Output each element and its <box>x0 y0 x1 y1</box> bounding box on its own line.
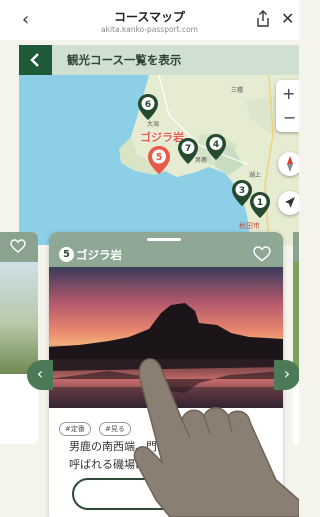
spot-card-header: 5 ゴジラ岩 <box>49 232 283 267</box>
next-spot-card[interactable] <box>293 232 299 444</box>
map-marker-number: 1 <box>257 198 263 208</box>
share-icon[interactable] <box>256 10 270 28</box>
map-marker-number: 7 <box>185 144 191 154</box>
spot-description-line-1: 男鹿の南西端、門前 <box>69 440 168 453</box>
previous-spot-card[interactable] <box>0 232 38 444</box>
close-icon[interactable]: ✕ <box>281 9 294 28</box>
next-card-button[interactable]: › <box>274 360 299 390</box>
location-arrow-icon <box>285 197 295 208</box>
previous-card-photo <box>0 262 38 374</box>
heart-icon[interactable] <box>10 239 26 253</box>
map-marker-6[interactable]: 6 <box>137 93 159 121</box>
screen: ‹ コースマップ akita.kanko-passport.com ✕ 観光コー… <box>0 0 299 517</box>
previous-card-button[interactable]: ‹ <box>27 360 53 390</box>
map-label-akita: 秋田市 <box>239 222 260 230</box>
map-marker-1[interactable]: 1 <box>249 191 271 219</box>
zoom-in-button[interactable]: + <box>282 84 295 103</box>
map-marker-7[interactable]: 7 <box>177 137 199 165</box>
map-label-kojo: 湖上 <box>249 172 262 179</box>
map-marker-number: 5 <box>156 152 163 163</box>
course-list-bar[interactable]: 観光コース一覧を表示 <box>19 45 299 75</box>
next-card-header <box>293 232 299 262</box>
drag-handle[interactable] <box>147 238 181 241</box>
page-url: akita.kanko-passport.com <box>101 25 198 34</box>
map-view[interactable]: 三種 大潟 男鹿 湖上 秋田市 ゴジラ岩 6 5 7 4 3 1 <box>19 75 299 245</box>
map-marker-number: 3 <box>239 186 245 196</box>
course-list-label: 観光コース一覧を表示 <box>67 53 182 67</box>
spot-description: 男鹿の南西端、門前 呼ばれる磯場にある <box>69 438 269 474</box>
spot-photo <box>49 267 283 408</box>
detail-button[interactable]: 詳 <box>72 478 258 510</box>
chevron-left-icon <box>30 53 39 67</box>
map-label-sanshu: 三種 <box>231 87 244 94</box>
spot-description-line-2: 呼ばれる磯場にある <box>69 458 168 471</box>
tag-standard[interactable]: #定番 <box>59 422 91 436</box>
compass-button[interactable] <box>278 152 299 176</box>
favorite-heart-icon[interactable] <box>253 246 271 262</box>
spot-tags: #定番 #見る <box>59 416 134 436</box>
zoom-control: + − <box>276 80 299 132</box>
next-card-photo <box>293 262 299 374</box>
map-marker-4[interactable]: 4 <box>205 133 227 161</box>
course-back-button[interactable] <box>19 45 52 75</box>
locate-button[interactable] <box>278 191 299 215</box>
zoom-out-button[interactable]: − <box>283 108 296 127</box>
compass-icon <box>287 156 293 172</box>
map-marker-number: 6 <box>145 100 151 110</box>
spot-name: ゴジラ岩 <box>76 248 122 262</box>
map-marker-5-active[interactable]: 5 <box>147 145 171 175</box>
map-marker-number: 4 <box>213 140 219 150</box>
spot-number-badge: 5 <box>59 247 74 262</box>
tag-see[interactable]: #見る <box>98 422 131 436</box>
spot-card[interactable]: 5 ゴジラ岩 #定番 #見る 男鹿の南西端、門前 呼ばれる磯場にある 詳 <box>49 232 283 517</box>
browser-header: ‹ コースマップ akita.kanko-passport.com ✕ <box>0 0 299 40</box>
page-title: コースマップ <box>113 10 186 24</box>
